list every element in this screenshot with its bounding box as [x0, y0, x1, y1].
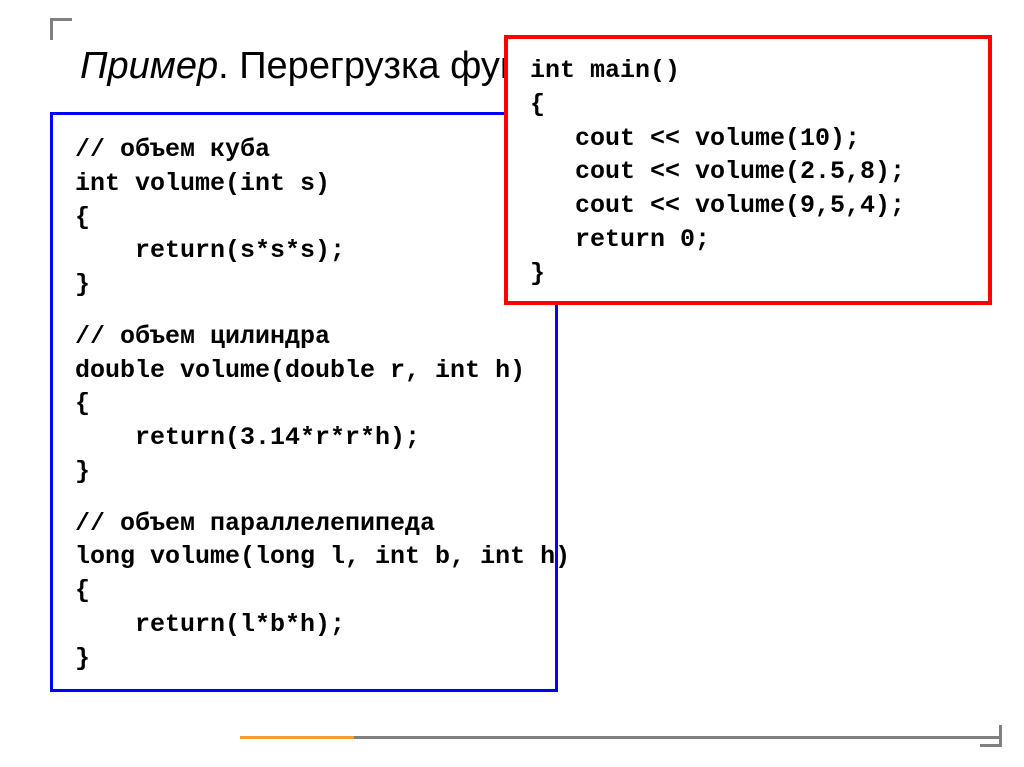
cube-open: {	[75, 203, 90, 232]
parallelepiped-close: }	[75, 644, 90, 673]
main-line2: {	[530, 90, 545, 119]
corner-decoration-bottom	[980, 725, 1002, 747]
main-code: int main() { cout << volume(10); cout <<…	[530, 54, 966, 290]
cube-body: return(s*s*s);	[75, 236, 345, 265]
title-italic: Пример	[80, 45, 218, 87]
code-block-parallelepiped: // объем параллелепипеда long volume(lon…	[75, 507, 533, 676]
cube-close: }	[75, 270, 90, 299]
cylinder-body: return(3.14*r*r*h);	[75, 423, 420, 452]
parallelepiped-open: {	[75, 576, 90, 605]
slide-container: Пример. Перегрузка функц // объем куба i…	[0, 0, 1024, 767]
main-line4: cout << volume(2.5,8);	[530, 157, 905, 186]
main-line3: cout << volume(10);	[530, 124, 860, 153]
code-box-functions: // объем куба int volume(int s) { return…	[50, 112, 558, 692]
main-line6: return 0;	[530, 225, 710, 254]
code-block-cylinder: // объем цилиндра double volume(double r…	[75, 320, 533, 489]
parallelepiped-body: return(l*b*h);	[75, 610, 345, 639]
cylinder-comment: // объем цилиндра	[75, 322, 330, 351]
code-box-main: int main() { cout << volume(10); cout <<…	[504, 35, 992, 305]
cube-signature: int volume(int s)	[75, 169, 330, 198]
cylinder-open: {	[75, 389, 90, 418]
cube-comment: // объем куба	[75, 135, 270, 164]
cylinder-close: }	[75, 457, 90, 486]
code-block-cube: // объем куба int volume(int s) { return…	[75, 133, 533, 302]
parallelepiped-comment: // объем параллелепипеда	[75, 509, 435, 538]
bottom-decoration	[240, 736, 1000, 739]
main-line5: cout << volume(9,5,4);	[530, 191, 905, 220]
corner-decoration-top	[50, 18, 72, 40]
parallelepiped-signature: long volume(long l, int b, int h)	[75, 542, 570, 571]
main-line7: }	[530, 259, 545, 288]
main-line1: int main()	[530, 56, 680, 85]
cylinder-signature: double volume(double r, int h)	[75, 356, 525, 385]
